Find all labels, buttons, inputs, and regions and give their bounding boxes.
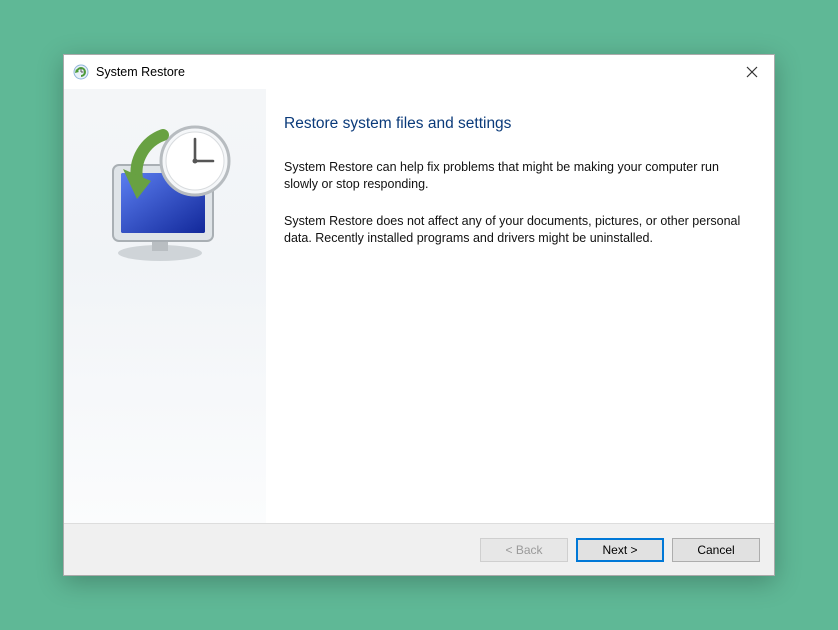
intro-paragraph-2: System Restore does not affect any of yo… (284, 213, 746, 247)
close-icon (746, 66, 758, 78)
system-restore-dialog: System Restore (63, 54, 775, 576)
wizard-content: Restore system files and settings System… (266, 89, 774, 523)
back-button: < Back (480, 538, 568, 562)
intro-paragraph-1: System Restore can help fix problems tha… (284, 159, 746, 193)
dialog-footer: < Back Next > Cancel (64, 523, 774, 575)
dialog-body: Restore system files and settings System… (64, 89, 774, 523)
titlebar: System Restore (64, 55, 774, 89)
next-button[interactable]: Next > (576, 538, 664, 562)
wizard-sidebar (64, 89, 266, 523)
system-restore-hero-icon (85, 115, 245, 278)
window-title: System Restore (96, 65, 185, 79)
system-restore-icon (72, 63, 90, 81)
cancel-button[interactable]: Cancel (672, 538, 760, 562)
page-heading: Restore system files and settings (284, 115, 746, 133)
close-button[interactable] (730, 57, 774, 87)
